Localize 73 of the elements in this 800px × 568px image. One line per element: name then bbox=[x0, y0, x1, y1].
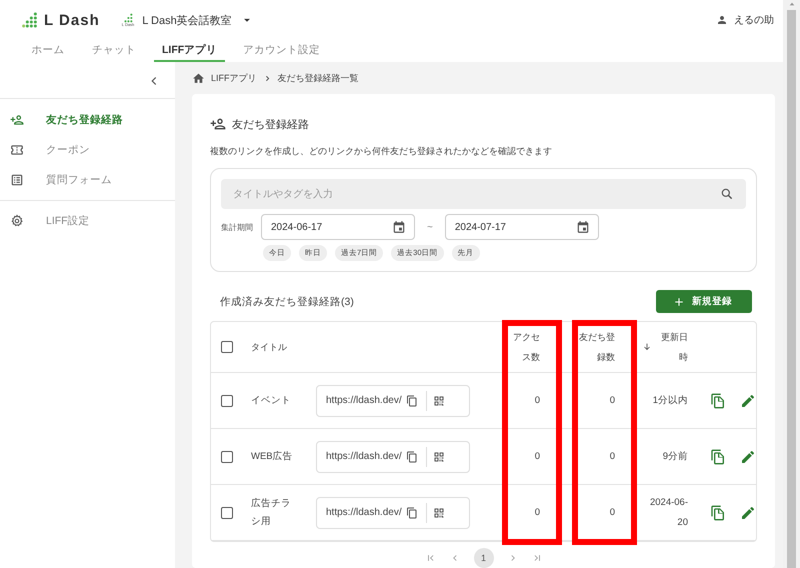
search-icon bbox=[720, 187, 734, 201]
scrollbar[interactable] bbox=[783, 0, 800, 568]
friend-count: 0 bbox=[610, 395, 616, 406]
user-name[interactable]: えるの助 bbox=[734, 13, 774, 27]
access-count: 0 bbox=[534, 451, 541, 462]
account-name[interactable]: L Dash英会話教室 bbox=[142, 12, 232, 28]
access-count: 0 bbox=[534, 507, 541, 518]
updated-time: 2024-06-20 bbox=[648, 496, 689, 530]
edit-pencil-icon[interactable] bbox=[740, 392, 756, 408]
url-field[interactable]: https://ldash.dev/ bbox=[316, 496, 470, 528]
link-title: イベント bbox=[251, 394, 292, 408]
access-count: 0 bbox=[534, 395, 541, 406]
page-description: 複数のリンクを作成し、どのリンクから何件友だち登録されたかなどを確認できます bbox=[210, 145, 553, 158]
nav-tab[interactable]: ホーム bbox=[22, 40, 74, 62]
page-button[interactable]: 1 bbox=[474, 548, 494, 568]
sidebar-item[interactable]: 質問フォーム bbox=[0, 165, 175, 195]
duplicate-icon[interactable] bbox=[710, 448, 726, 464]
link-title: 広告チラシ用 bbox=[251, 496, 292, 528]
edit-pencil-icon[interactable] bbox=[740, 504, 756, 520]
copy-icon[interactable] bbox=[406, 394, 418, 406]
qr-code-icon[interactable] bbox=[433, 450, 445, 462]
new-button[interactable]: 新規登録 bbox=[656, 290, 752, 313]
calendar-icon bbox=[392, 220, 406, 234]
date-field[interactable]: 2024-07-17 bbox=[444, 214, 599, 240]
sidebar-item[interactable]: 友だち登録経路 bbox=[0, 105, 175, 135]
dots-logo-icon bbox=[123, 13, 134, 23]
sidebar-item[interactable]: LIFF設定 bbox=[0, 206, 175, 236]
edit-pencil-icon[interactable] bbox=[740, 448, 756, 464]
column-header: アクセス数 bbox=[512, 331, 541, 364]
last-page-icon[interactable] bbox=[532, 553, 542, 563]
nav-tab[interactable]: アカウント設定 bbox=[235, 40, 328, 62]
person-add-icon bbox=[10, 113, 24, 127]
qr-code-icon[interactable] bbox=[433, 394, 445, 406]
form-icon bbox=[10, 173, 24, 187]
select-all-checkbox[interactable] bbox=[221, 341, 233, 353]
column-header: タイトル bbox=[251, 341, 288, 354]
column-header: 友だち登録数 bbox=[578, 331, 616, 364]
plus-icon bbox=[674, 296, 684, 306]
date-field[interactable]: 2024-06-17 bbox=[261, 214, 415, 240]
duplicate-icon[interactable] bbox=[710, 392, 726, 408]
row-checkbox[interactable] bbox=[221, 506, 233, 518]
dots-logo-icon bbox=[22, 12, 38, 28]
home-icon[interactable] bbox=[192, 72, 205, 84]
breadcrumb-current: 友だち登録経路一覧 bbox=[278, 72, 359, 84]
copy-icon[interactable] bbox=[406, 506, 418, 518]
updated-time: 9分前 bbox=[662, 450, 689, 464]
page-title: 友だち登録経路 bbox=[232, 118, 309, 132]
friend-count: 0 bbox=[610, 507, 616, 518]
column-header: 更新日時 bbox=[660, 331, 688, 364]
duplicate-icon[interactable] bbox=[710, 504, 726, 520]
copy-icon[interactable] bbox=[406, 450, 418, 462]
row-checkbox[interactable] bbox=[221, 394, 233, 406]
row-checkbox[interactable] bbox=[221, 450, 233, 462]
person-add-icon bbox=[210, 116, 226, 132]
first-page-icon[interactable] bbox=[426, 553, 436, 563]
qr-code-icon[interactable] bbox=[433, 506, 445, 518]
breadcrumb-link[interactable]: LIFFアプリ bbox=[211, 72, 257, 84]
url-field[interactable]: https://ldash.dev/ bbox=[316, 384, 470, 416]
list-title: 作成済み友だち登録経路(3) bbox=[220, 294, 354, 308]
period-label: 集計期間 bbox=[221, 222, 253, 232]
settings-icon bbox=[10, 214, 24, 228]
friend-count: 0 bbox=[610, 451, 616, 462]
ticket-icon bbox=[10, 143, 24, 157]
url-field[interactable]: https://ldash.dev/ bbox=[316, 440, 470, 472]
range-separator: ~ bbox=[427, 222, 433, 232]
sidebar-item[interactable]: クーポン bbox=[0, 135, 175, 165]
calendar-icon bbox=[576, 220, 590, 234]
updated-time: 1分以内 bbox=[652, 394, 689, 408]
logo-text: L Dash bbox=[44, 12, 100, 28]
person-icon bbox=[716, 14, 728, 26]
sort-down-arrow-icon[interactable] bbox=[642, 342, 652, 352]
nav-tab[interactable]: チャット bbox=[84, 40, 144, 62]
link-title: WEB広告 bbox=[251, 450, 294, 464]
